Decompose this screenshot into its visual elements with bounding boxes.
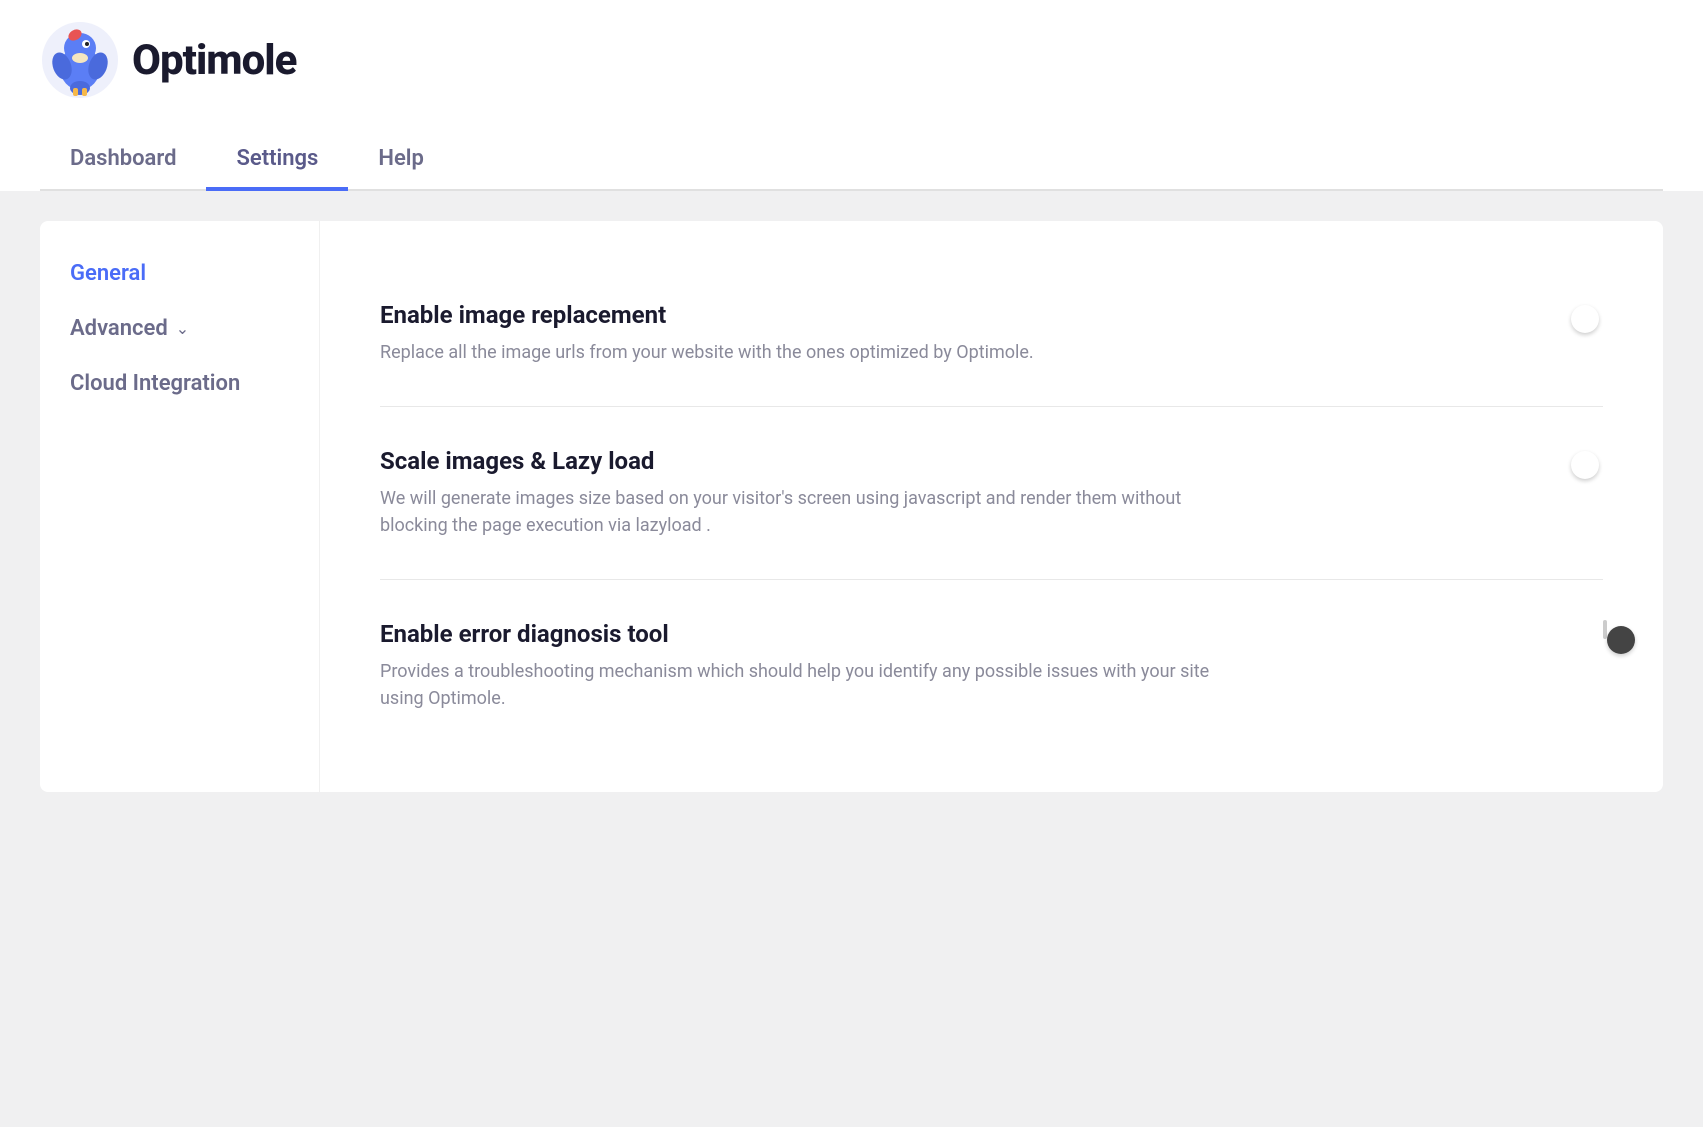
chevron-down-icon: ⌄ — [176, 319, 189, 338]
setting-row-scale-lazy: Scale images & Lazy load We will generat… — [380, 407, 1603, 580]
setting-text-image-replacement: Enable image replacement Replace all the… — [380, 301, 1280, 366]
tab-settings[interactable]: Settings — [206, 130, 348, 191]
sidebar-item-cloud-integration[interactable]: Cloud Integration — [70, 371, 289, 396]
setting-row-image-replacement: Enable image replacement Replace all the… — [380, 261, 1603, 407]
setting-title-image-replacement: Enable image replacement — [380, 301, 1280, 329]
setting-title-error-diagnosis: Enable error diagnosis tool — [380, 620, 1280, 648]
setting-title-scale-lazy: Scale images & Lazy load — [380, 447, 1280, 475]
settings-panel: General Advanced ⌄ Cloud Integration Ena… — [40, 221, 1663, 792]
sidebar-label-general: General — [70, 261, 146, 286]
setting-row-error-diagnosis: Enable error diagnosis tool Provides a t… — [380, 580, 1603, 752]
sidebar-label-advanced: Advanced — [70, 316, 168, 341]
sidebar-item-general[interactable]: General — [70, 261, 289, 286]
main-navigation: Dashboard Settings Help — [40, 130, 1663, 191]
setting-desc-scale-lazy: We will generate images size based on yo… — [380, 485, 1230, 539]
setting-text-error-diagnosis: Enable error diagnosis tool Provides a t… — [380, 620, 1280, 712]
sidebar-item-advanced[interactable]: Advanced ⌄ — [70, 316, 289, 341]
tab-help[interactable]: Help — [348, 130, 454, 191]
toggle-slider-error-diagnosis — [1603, 620, 1607, 639]
sidebar-label-cloud-integration: Cloud Integration — [70, 371, 240, 396]
content-area: General Advanced ⌄ Cloud Integration Ena… — [0, 191, 1703, 1127]
tab-dashboard[interactable]: Dashboard — [40, 130, 206, 191]
settings-content: Enable image replacement Replace all the… — [320, 221, 1663, 792]
optimole-logo-icon — [40, 20, 120, 100]
setting-desc-image-replacement: Replace all the image urls from your web… — [380, 339, 1230, 366]
header: Optimole Dashboard Settings Help — [0, 0, 1703, 191]
settings-sidebar: General Advanced ⌄ Cloud Integration — [40, 221, 320, 792]
setting-desc-error-diagnosis: Provides a troubleshooting mechanism whi… — [380, 658, 1230, 712]
logo-area: Optimole — [40, 20, 1663, 120]
setting-text-scale-lazy: Scale images & Lazy load We will generat… — [380, 447, 1280, 539]
app-title: Optimole — [132, 36, 296, 85]
